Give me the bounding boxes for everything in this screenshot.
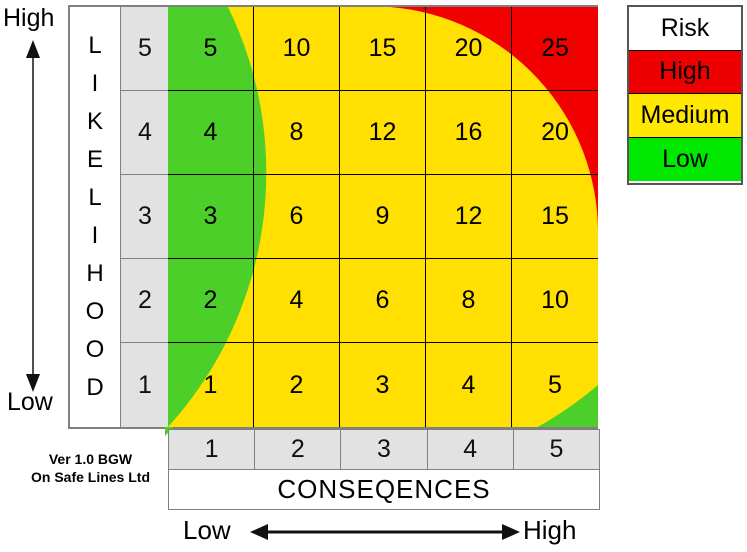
risk-matrix-diagram: High Low L I K E L I H O O D 54321 5 10 15…	[0, 0, 747, 552]
risk-cell[interactable]: 10	[512, 259, 598, 343]
consequence-scale-value: 2	[255, 430, 342, 469]
risk-cell[interactable]: 2	[168, 259, 254, 343]
risk-grid-cells: 5 10 15 20 25 4 8 12 16 20 3 6 9 12 15 2 4 6 8 10 1 2 3 4 5	[168, 7, 598, 427]
consequence-scale-value: 3	[341, 430, 428, 469]
risk-cell[interactable]: 6	[254, 175, 340, 259]
likelihood-letter: L	[88, 184, 102, 211]
risk-cell[interactable]: 3	[340, 343, 426, 427]
risk-cell[interactable]: 20	[426, 7, 512, 91]
risk-cell[interactable]: 12	[340, 91, 426, 175]
horizontal-axis-low-label: Low	[183, 515, 231, 545]
consequence-scale-value: 4	[428, 430, 514, 469]
likelihood-letter: O	[85, 298, 105, 325]
likelihood-scale: 5432 1	[120, 7, 169, 427]
consequence-scale-value: 5	[549, 435, 564, 463]
risk-cell[interactable]: 16	[426, 91, 512, 175]
legend-title: Risk	[629, 7, 741, 51]
risk-cell[interactable]: 10	[254, 7, 340, 91]
vertical-axis-arrow	[26, 40, 40, 392]
risk-cell[interactable]: 4	[254, 259, 340, 343]
risk-cell[interactable]: 4	[168, 91, 254, 175]
credit-line-1: Ver 1.0 BGW	[48, 451, 133, 467]
risk-cell[interactable]: 2	[254, 343, 340, 427]
likelihood-scale-value: 3	[121, 175, 169, 259]
likelihood-scale-value: 2	[121, 259, 169, 343]
consequence-scale: 1234 5	[168, 429, 600, 470]
consequence-scale-value: 1	[169, 430, 256, 469]
legend-item-high[interactable]: High	[629, 50, 741, 94]
risk-cell[interactable]: 4	[426, 343, 512, 427]
likelihood-scale-value: 5	[121, 7, 169, 91]
credit-line-2: On Safe Lines Ltd	[30, 469, 150, 485]
likelihood-letter: O	[85, 336, 105, 363]
horizontal-axis-high-label: High	[523, 515, 577, 545]
likelihood-letter: I	[91, 222, 99, 249]
likelihood-letter: L	[88, 32, 102, 59]
risk-cell[interactable]: 8	[426, 259, 512, 343]
likelihood-scale-value: 4	[121, 91, 169, 175]
risk-cell[interactable]: 8	[254, 91, 340, 175]
risk-cell[interactable]: 1	[168, 343, 254, 427]
risk-cell[interactable]: 6	[340, 259, 426, 343]
risk-grid: 5 10 15 20 25 4 8 12 16 20 3 6 9 12 15 2 4 6 8 10 1 2 3 4 5	[168, 7, 598, 427]
likelihood-axis-label: L I K E L I H O O D	[70, 7, 120, 427]
risk-cell[interactable]: 15	[340, 7, 426, 91]
risk-cell[interactable]: 20	[512, 91, 598, 175]
risk-cell[interactable]: 15	[512, 175, 598, 259]
risk-cell[interactable]: 25	[512, 7, 598, 91]
likelihood-letter: D	[86, 374, 104, 401]
likelihood-letter: E	[86, 146, 103, 173]
version-credit: Ver 1.0 BGW On Safe Lines Ltd	[18, 450, 163, 486]
risk-cell[interactable]: 3	[168, 175, 254, 259]
consequences-title: CONSEQENCES	[168, 470, 600, 510]
risk-cell[interactable]: 5	[168, 7, 254, 91]
likelihood-scale-value: 1	[138, 370, 152, 399]
horizontal-axis-arrow	[250, 524, 520, 540]
likelihood-letter: H	[86, 260, 104, 287]
likelihood-letter: I	[91, 70, 99, 97]
vertical-axis-low-label: Low	[7, 388, 53, 416]
risk-cell[interactable]: 5	[512, 343, 598, 427]
risk-legend: Risk High Medium Low	[627, 5, 743, 185]
vertical-axis-high-label: High	[3, 4, 55, 32]
likelihood-letter: K	[86, 108, 103, 135]
legend-item-low[interactable]: Low	[629, 137, 741, 181]
risk-cell[interactable]: 12	[426, 175, 512, 259]
risk-cell[interactable]: 9	[340, 175, 426, 259]
legend-item-medium[interactable]: Medium	[629, 94, 741, 138]
